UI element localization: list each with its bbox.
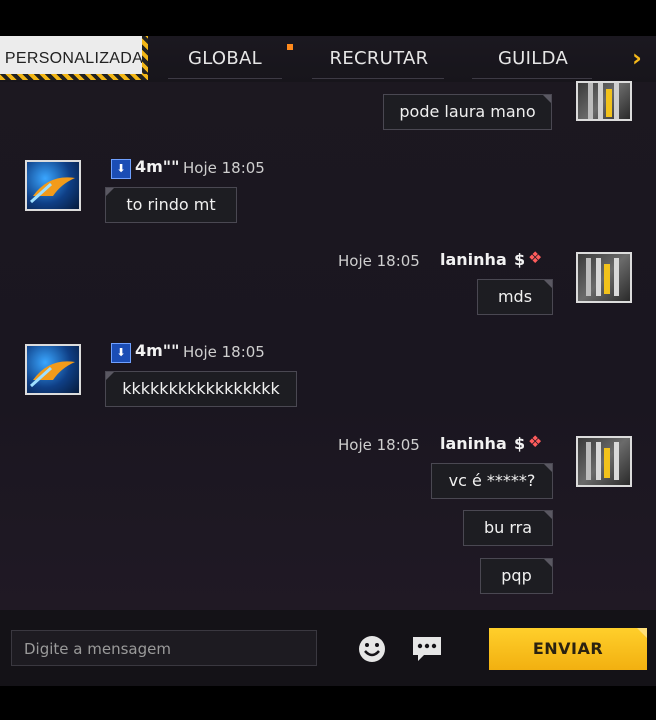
message-text: mds bbox=[497, 287, 533, 306]
guild-badge-icon: ❖ bbox=[528, 432, 543, 451]
send-button[interactable]: ENVIAR bbox=[489, 628, 647, 670]
sender-name[interactable]: laninha bbox=[440, 250, 507, 269]
tab-label: GUILDA bbox=[497, 48, 569, 69]
tab-personalizada[interactable]: PERSONALIZADA bbox=[0, 36, 148, 80]
avatar-image bbox=[586, 442, 619, 480]
avatar-image bbox=[588, 83, 619, 119]
sender-symbol: $ bbox=[514, 434, 526, 453]
message-time: Hoje 18:05 bbox=[183, 343, 265, 361]
message-bubble: bu rra bbox=[463, 510, 553, 546]
message-bubble: kkkkkkkkkkkkkkkkk bbox=[105, 371, 297, 407]
tab-divider bbox=[312, 78, 444, 79]
avatar-image bbox=[586, 258, 619, 296]
chat-screen: PERSONALIZADA GLOBAL RECRUTAR GUILDA › p… bbox=[0, 36, 656, 686]
message-bubble: to rindo mt bbox=[105, 187, 237, 223]
message-text: to rindo mt bbox=[126, 195, 216, 214]
next-tab-arrow-icon[interactable]: › bbox=[632, 44, 642, 72]
sender-name[interactable]: 4m"" bbox=[135, 341, 179, 360]
sender-name[interactable]: laninha bbox=[440, 434, 507, 453]
message-text: pode laura mano bbox=[399, 102, 536, 121]
avatar[interactable] bbox=[576, 81, 632, 121]
tab-label: PERSONALIZADA bbox=[4, 50, 144, 67]
tab-guilda[interactable]: GUILDA bbox=[478, 36, 588, 78]
message-time: Hoje 18:05 bbox=[183, 159, 265, 177]
message-text: kkkkkkkkkkkkkkkkk bbox=[122, 379, 280, 398]
message-text: vc é *****? bbox=[448, 471, 536, 490]
emoji-icon bbox=[359, 636, 385, 662]
message-text: pqp bbox=[501, 566, 532, 585]
message-bubble: pode laura mano bbox=[383, 94, 552, 130]
tab-divider bbox=[472, 78, 592, 79]
quick-message-button[interactable] bbox=[410, 632, 444, 666]
message-bubble: vc é *****? bbox=[431, 463, 553, 499]
emoji-button[interactable] bbox=[355, 632, 389, 666]
tab-active-stripe bbox=[142, 36, 148, 78]
avatar-image bbox=[29, 177, 75, 204]
tab-recrutar[interactable]: RECRUTAR bbox=[318, 36, 440, 78]
avatar[interactable] bbox=[576, 252, 632, 303]
guild-badge-icon: ❖ bbox=[528, 248, 543, 267]
message-time: Hoje 18:05 bbox=[338, 252, 420, 270]
avatar[interactable] bbox=[576, 436, 632, 487]
tab-label: GLOBAL bbox=[188, 48, 262, 69]
message-time: Hoje 18:05 bbox=[338, 436, 420, 454]
button-corner bbox=[637, 628, 647, 638]
message-bubble: mds bbox=[477, 279, 553, 315]
message-input-placeholder: Digite a mensagem bbox=[24, 640, 171, 658]
notification-dot bbox=[287, 44, 293, 50]
sender-symbol: $ bbox=[514, 250, 526, 269]
tab-divider bbox=[168, 78, 282, 79]
chat-tabs: PERSONALIZADA GLOBAL RECRUTAR GUILDA › bbox=[0, 36, 656, 82]
message-composer: Digite a mensagem ENVIAR bbox=[0, 610, 656, 686]
sender-name[interactable]: 4m"" bbox=[135, 157, 179, 176]
rank-badge-icon: ⬇ bbox=[111, 159, 131, 179]
message-input[interactable]: Digite a mensagem bbox=[11, 630, 317, 666]
rank-badge-icon: ⬇ bbox=[111, 343, 131, 363]
avatar-image bbox=[29, 361, 75, 388]
tab-global[interactable]: GLOBAL bbox=[170, 36, 280, 78]
tab-label: RECRUTAR bbox=[329, 48, 429, 69]
message-bubble: pqp bbox=[480, 558, 553, 594]
tab-active-stripe-bottom bbox=[0, 74, 148, 80]
message-text: bu rra bbox=[483, 518, 533, 537]
avatar[interactable] bbox=[25, 344, 81, 395]
chat-bubble-icon bbox=[413, 637, 441, 661]
avatar[interactable] bbox=[25, 160, 81, 211]
send-button-label: ENVIAR bbox=[532, 639, 604, 658]
